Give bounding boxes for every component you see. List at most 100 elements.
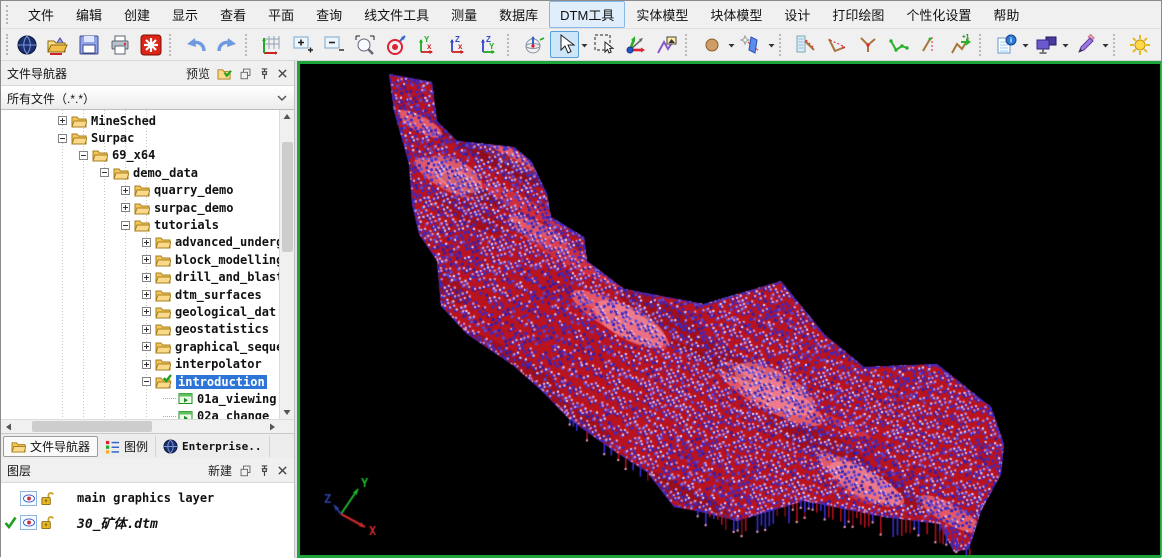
new-layer-button[interactable]: 新建 — [208, 462, 232, 479]
preview-pane-icon[interactable] — [217, 67, 232, 80]
menu-item-solids[interactable]: 实体模型 — [625, 1, 699, 28]
menu-item-file[interactable]: 文件 — [17, 1, 65, 28]
tree-vertical-scrollbar[interactable] — [279, 110, 294, 419]
print-icon[interactable] — [105, 31, 134, 58]
tab-enterprise[interactable]: Enterprise.. — [156, 436, 269, 457]
select-pointer-dropdown-icon[interactable] — [580, 31, 589, 58]
view-zx-icon[interactable]: Zx — [443, 31, 472, 58]
sun-icon[interactable] — [1125, 31, 1154, 58]
menu-item-plotting[interactable]: 打印绘图 — [821, 1, 895, 28]
tree-item-02a-change[interactable]: 02a_change — [1, 408, 279, 419]
layer-active-check-icon[interactable] — [4, 516, 20, 529]
menubar-gripper[interactable] — [6, 5, 14, 24]
expand-icon[interactable] — [121, 186, 130, 195]
world-icon[interactable] — [12, 31, 41, 58]
float-panel-icon[interactable] — [239, 67, 252, 80]
screens-dropdown-icon[interactable] — [1061, 31, 1070, 58]
seg-green-icon[interactable] — [884, 31, 913, 58]
tree-item-introduction[interactable]: introduction — [1, 373, 279, 390]
move-3d-icon[interactable] — [621, 31, 650, 58]
scroll-left-icon[interactable] — [1, 420, 16, 434]
layer-visibility-eye-icon[interactable] — [20, 491, 37, 506]
tree-item-block-modelling[interactable]: block_modelling — [1, 251, 279, 268]
scroll-down-icon[interactable] — [280, 405, 295, 419]
zoom-window-icon[interactable] — [350, 31, 379, 58]
rotate-view-icon[interactable] — [519, 31, 548, 58]
reset-graphics-icon[interactable] — [136, 31, 165, 58]
toolbar-gripper[interactable] — [6, 34, 8, 56]
plane-tool-icon[interactable] — [737, 31, 766, 58]
tree-item-graphical-seque[interactable]: graphical_seque — [1, 338, 279, 355]
tree-item-demo-data[interactable]: demo_data — [1, 164, 279, 181]
collapse-icon[interactable] — [79, 151, 88, 160]
view-xy-icon[interactable]: Yx — [412, 31, 441, 58]
save-icon[interactable] — [74, 31, 103, 58]
expand-icon[interactable] — [142, 290, 151, 299]
menu-item-edit[interactable]: 编辑 — [65, 1, 113, 28]
menu-item-survey[interactable]: 测量 — [440, 1, 488, 28]
zoom-out-icon[interactable] — [319, 31, 348, 58]
plane-tool-dropdown-icon[interactable] — [767, 31, 776, 58]
tree-item-01a-viewing[interactable]: 01a_viewing — [1, 390, 279, 407]
menu-item-help[interactable]: 帮助 — [982, 1, 1030, 28]
collapse-icon[interactable] — [58, 134, 67, 143]
tree-horizontal-scrollbar[interactable] — [1, 419, 294, 433]
seg-dash-icon[interactable] — [915, 31, 944, 58]
pin-panel-icon[interactable] — [259, 67, 270, 80]
menu-item-design[interactable]: 设计 — [773, 1, 821, 28]
zoom-extents-icon[interactable] — [257, 31, 286, 58]
menu-item-plane[interactable]: 平面 — [257, 1, 305, 28]
select-pointer-icon[interactable] — [550, 31, 579, 58]
layer-lock-icon[interactable] — [40, 515, 56, 530]
expand-icon[interactable] — [142, 273, 151, 282]
expand-icon[interactable] — [121, 203, 130, 212]
marquee-select-icon[interactable] — [590, 31, 619, 58]
menu-item-block-model[interactable]: 块体模型 — [699, 1, 773, 28]
tree-item-interpolator[interactable]: interpolator — [1, 355, 279, 372]
tree-item-dtm-surfaces[interactable]: dtm_surfaces — [1, 286, 279, 303]
float-panel-icon[interactable] — [239, 464, 252, 477]
horizontal-scroll-thumb[interactable] — [32, 421, 152, 432]
menu-item-inquire[interactable]: 查询 — [305, 1, 353, 28]
file-filter-combobox[interactable]: 所有文件（.*.*） — [1, 86, 294, 110]
undo-icon[interactable] — [181, 31, 210, 58]
tree-item-advanced-underg[interactable]: advanced_underg — [1, 234, 279, 251]
properties-dropdown-icon[interactable] — [1021, 31, 1030, 58]
tree-item-surpac-demo[interactable]: surpac_demo — [1, 199, 279, 216]
tab-legend[interactable]: 图例 — [98, 436, 156, 457]
tree-item-tutorials[interactable]: tutorials — [1, 216, 279, 233]
tree-item-quarry-demo[interactable]: quarry_demo — [1, 182, 279, 199]
tree-item-surpac[interactable]: Surpac — [1, 129, 279, 146]
expand-icon[interactable] — [142, 307, 151, 316]
scroll-right-icon[interactable] — [264, 420, 279, 434]
menu-item-view[interactable]: 查看 — [209, 1, 257, 28]
preview-button[interactable]: 预览 — [186, 65, 210, 82]
view-zy-icon[interactable]: ZY — [474, 31, 503, 58]
expand-icon[interactable] — [142, 360, 151, 369]
tree-item-geostatistics[interactable]: geostatistics — [1, 321, 279, 338]
close-panel-icon[interactable] — [277, 465, 288, 476]
collapse-icon[interactable] — [142, 377, 151, 386]
seg-angle-icon[interactable] — [822, 31, 851, 58]
snap-image-icon[interactable] — [652, 31, 681, 58]
sphere-edge-icon[interactable] — [1156, 31, 1161, 58]
tab-file-navigator[interactable]: 文件导航器 — [3, 436, 98, 457]
expand-icon[interactable] — [142, 238, 151, 247]
tree-item-69-x64[interactable]: 69_x64 — [1, 147, 279, 164]
expand-icon[interactable] — [142, 325, 151, 334]
menu-item-display[interactable]: 显示 — [161, 1, 209, 28]
vertical-scroll-thumb[interactable] — [282, 142, 293, 252]
menu-item-string-tools[interactable]: 线文件工具 — [353, 1, 440, 28]
pin-panel-icon[interactable] — [259, 464, 270, 477]
screens-icon[interactable] — [1031, 31, 1060, 58]
expand-icon[interactable] — [142, 342, 151, 351]
close-panel-icon[interactable] — [277, 68, 288, 79]
menu-item-customise[interactable]: 个性化设置 — [895, 1, 982, 28]
menu-item-create[interactable]: 创建 — [113, 1, 161, 28]
expand-icon[interactable] — [142, 255, 151, 264]
collapse-icon[interactable] — [100, 168, 109, 177]
tree-item-drill-and-blast[interactable]: drill_and_blast — [1, 269, 279, 286]
tree-item-minesched[interactable]: MineSched — [1, 112, 279, 129]
tree-item-geological-dat[interactable]: geological_dat — [1, 303, 279, 320]
redo-icon[interactable] — [212, 31, 241, 58]
